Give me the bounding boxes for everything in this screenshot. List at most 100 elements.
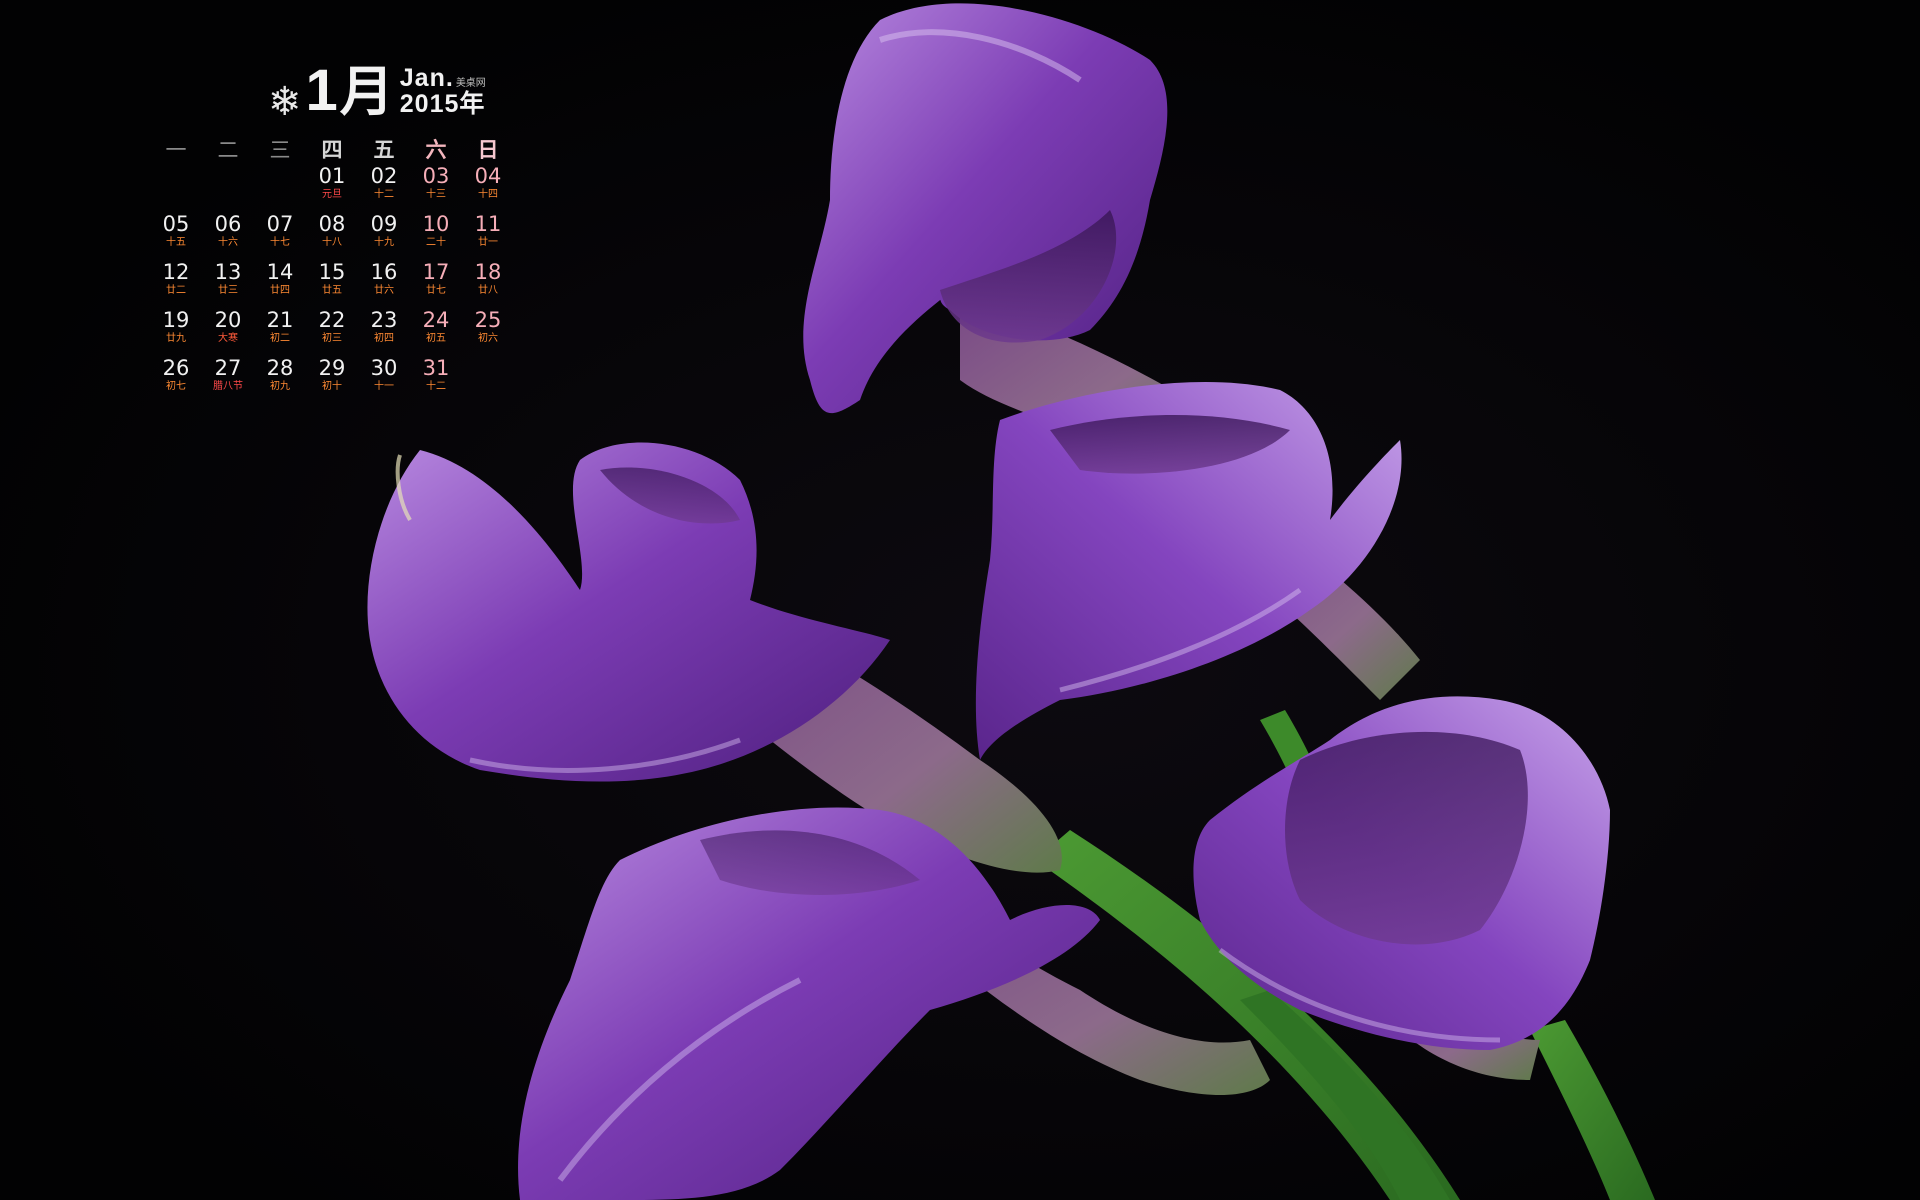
day-number: 19 xyxy=(162,308,190,332)
day-number: 02 xyxy=(370,164,398,188)
day-cell: 08 十八 xyxy=(306,212,358,260)
day-cell: 14 廿四 xyxy=(254,260,306,308)
day-number: 24 xyxy=(422,308,450,332)
day-cell: 09 十九 xyxy=(358,212,410,260)
lunar-date: 十五 xyxy=(166,237,186,248)
weekday-label: 二 xyxy=(217,138,239,162)
day-number: 23 xyxy=(370,308,398,332)
lunar-date: 廿四 xyxy=(270,285,290,296)
day-cell: 10 二十 xyxy=(410,212,462,260)
brand-label: 美桌网 xyxy=(455,78,486,89)
lunar-date: 初四 xyxy=(374,333,394,344)
day-number: 10 xyxy=(422,212,450,236)
day-number: 08 xyxy=(318,212,346,236)
empty-day-cell xyxy=(462,356,514,404)
day-cell: 01 元旦 xyxy=(306,164,358,212)
lunar-date: 廿二 xyxy=(166,285,186,296)
day-number: 14 xyxy=(266,260,294,284)
lunar-date: 十一 xyxy=(374,381,394,392)
lunar-date: 初十 xyxy=(322,381,342,392)
day-number: 01 xyxy=(318,164,346,188)
weekday-label: 五 xyxy=(373,138,395,162)
month-year-block: Jan. 美桌网 2015年 xyxy=(400,66,486,122)
day-number: 25 xyxy=(474,308,502,332)
day-cell: 28 初九 xyxy=(254,356,306,404)
empty-day-cell xyxy=(150,164,202,212)
lunar-date: 初九 xyxy=(270,381,290,392)
day-number: 30 xyxy=(370,356,398,380)
day-cell: 30 十一 xyxy=(358,356,410,404)
empty-day-cell xyxy=(202,164,254,212)
weekday-label: 日 xyxy=(477,138,499,162)
day-cell: 11 廿一 xyxy=(462,212,514,260)
day-cell: 05 十五 xyxy=(150,212,202,260)
weekday-label: 一 xyxy=(165,138,187,162)
day-cell: 20 大寒 xyxy=(202,308,254,356)
lunar-date: 十二 xyxy=(374,189,394,200)
lunar-date: 十三 xyxy=(426,189,446,200)
calendar-grid: 一二三四五六日 01 元旦 02 十二 03 十三 04 十四 05 十五 06 十六 07 十七 08 十八… xyxy=(150,136,514,404)
day-number: 15 xyxy=(318,260,346,284)
calendar-header: ❄ 1 月 Jan. 美桌网 2015年 xyxy=(268,52,486,124)
day-cell: 03 十三 xyxy=(410,164,462,212)
day-number: 03 xyxy=(422,164,450,188)
lunar-date: 初二 xyxy=(270,333,290,344)
day-number: 17 xyxy=(422,260,450,284)
month-chinese: 月 xyxy=(339,59,394,123)
day-number: 26 xyxy=(162,356,190,380)
day-number: 20 xyxy=(214,308,242,332)
day-number: 29 xyxy=(318,356,346,380)
year-label: 2015年 xyxy=(399,90,486,118)
lunar-date: 廿三 xyxy=(218,285,238,296)
day-cell: 29 初十 xyxy=(306,356,358,404)
week-row: 12 廿二 13 廿三 14 廿四 15 廿五 16 廿六 17 廿七 18 廿八 xyxy=(150,260,514,308)
lunar-date: 廿一 xyxy=(478,237,498,248)
lunar-date: 初六 xyxy=(478,333,498,344)
day-number: 21 xyxy=(266,308,294,332)
day-cell: 13 廿三 xyxy=(202,260,254,308)
week-row: 05 十五 06 十六 07 十七 08 十八 09 十九 10 二十 11 廿一 xyxy=(150,212,514,260)
lunar-date: 初五 xyxy=(426,333,446,344)
day-number: 07 xyxy=(266,212,294,236)
day-number: 05 xyxy=(162,212,190,236)
lunar-date: 廿六 xyxy=(374,285,394,296)
day-cell: 17 廿七 xyxy=(410,260,462,308)
day-number: 04 xyxy=(474,164,502,188)
lunar-date: 腊八节 xyxy=(213,381,243,392)
day-number: 06 xyxy=(214,212,242,236)
week-rows: 01 元旦 02 十二 03 十三 04 十四 05 十五 06 十六 07 十七 08 十八 09 十九 10 二十… xyxy=(150,164,514,404)
lunar-date: 初三 xyxy=(322,333,342,344)
lunar-date: 廿九 xyxy=(166,333,186,344)
lunar-date: 大寒 xyxy=(218,333,238,344)
day-number: 31 xyxy=(422,356,450,380)
day-cell: 18 廿八 xyxy=(462,260,514,308)
day-cell: 23 初四 xyxy=(358,308,410,356)
snowflake-icon: ❄ xyxy=(268,80,302,124)
day-cell: 16 廿六 xyxy=(358,260,410,308)
lunar-date: 廿七 xyxy=(426,285,446,296)
day-number: 09 xyxy=(370,212,398,236)
day-number: 28 xyxy=(266,356,294,380)
day-number: 11 xyxy=(474,212,502,236)
day-number: 22 xyxy=(318,308,346,332)
day-cell: 07 十七 xyxy=(254,212,306,260)
weekday-label: 六 xyxy=(425,138,447,162)
lunar-date: 十八 xyxy=(322,237,342,248)
week-row: 26 初七 27 腊八节 28 初九 29 初十 30 十一 31 十二 xyxy=(150,356,514,404)
lunar-date: 廿五 xyxy=(322,285,342,296)
lunar-date: 十六 xyxy=(218,237,238,248)
lunar-date: 十九 xyxy=(374,237,394,248)
day-number: 16 xyxy=(370,260,398,284)
lunar-date: 初七 xyxy=(166,381,186,392)
day-cell: 15 廿五 xyxy=(306,260,358,308)
day-number: 12 xyxy=(162,260,190,284)
day-cell: 25 初六 xyxy=(462,308,514,356)
lunar-date: 十四 xyxy=(478,189,498,200)
day-cell: 27 腊八节 xyxy=(202,356,254,404)
lunar-date: 二十 xyxy=(426,237,446,248)
day-cell: 26 初七 xyxy=(150,356,202,404)
day-number: 13 xyxy=(214,260,242,284)
weekday-label: 三 xyxy=(269,138,291,162)
lunar-date: 元旦 xyxy=(322,189,342,200)
day-cell: 19 廿九 xyxy=(150,308,202,356)
